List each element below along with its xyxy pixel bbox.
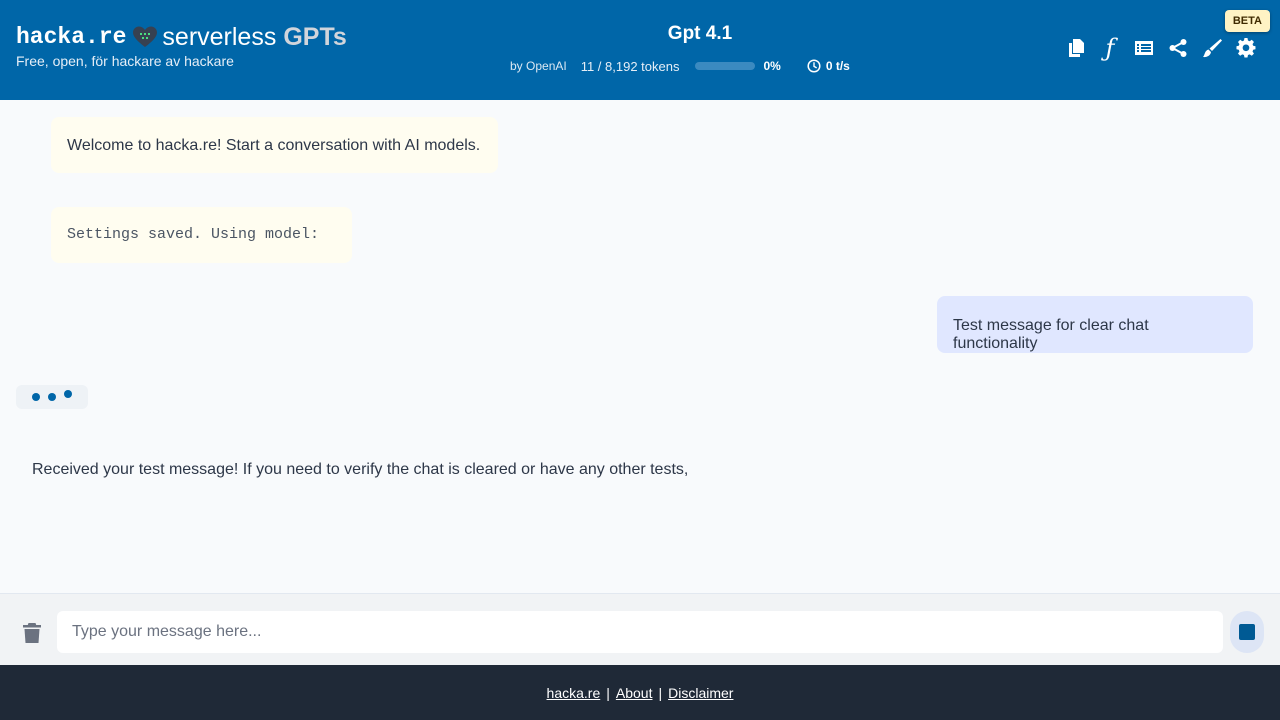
function-button[interactable]: ƒ [1100,36,1120,60]
typing-dot [32,393,40,401]
function-icon: ƒ [1105,34,1115,62]
clock-icon [807,59,821,73]
system-message-settings: Settings saved. Using model: [51,207,352,263]
footer-separator: | [658,684,663,701]
share-button[interactable] [1168,36,1188,60]
list-icon [1135,41,1153,55]
footer-separator: | [606,684,610,701]
toolbar: ƒ [1066,36,1256,60]
typing-indicator [16,385,88,409]
beta-badge: BETA [1224,10,1270,32]
brush-icon [1203,39,1222,58]
brand-serverless: serverless [162,22,277,51]
model-provider: by OpenAI [510,59,567,73]
model-title[interactable]: Gpt 4.1 [600,23,800,45]
app-header: hacka.re serverless GPTs Free, open, för… [0,0,1280,100]
model-meta: by OpenAI 11 / 8,192 tokens 0% 0 t/s [510,57,850,75]
typing-dot [64,390,72,398]
system-message-welcome: Welcome to hacka.re! Start a conversatio… [51,117,498,173]
context-usage-bar [695,62,756,70]
brand: hacka.re serverless GPTs Free, open, för… [16,22,347,70]
chat-input-area [0,593,1280,665]
tagline: Free, open, för hackare av hackare [16,53,234,69]
gear-icon [1236,38,1256,58]
stop-icon [1239,624,1255,640]
trash-icon[interactable] [22,622,42,644]
brand-gpts: GPTs [283,22,347,51]
context-usage-percent: 0% [763,59,781,73]
share-icon [1169,39,1187,57]
stop-button[interactable] [1230,611,1264,653]
theme-button[interactable] [1202,36,1222,60]
token-usage: 11 / 8,192 tokens [580,58,680,74]
tokens-per-second: 0 t/s [825,59,850,73]
typing-dot [48,393,56,401]
footer: hacka.re | About | Disclaimer [0,665,1280,720]
copy-button[interactable] [1066,36,1086,60]
copy-icon [1069,39,1084,57]
brand-name: hacka.re [16,24,127,50]
message-input[interactable] [57,611,1223,653]
assistant-message: Received your test message! If you need … [32,461,689,478]
heart-icon [133,26,158,47]
footer-disclaimer-link[interactable]: Disclaimer [668,685,733,701]
footer-home-link[interactable]: hacka.re [547,685,601,701]
settings-button[interactable] [1236,36,1256,60]
user-message: Test message for clear chat functionalit… [937,296,1253,353]
prompts-button[interactable] [1134,36,1154,60]
footer-about-link[interactable]: About [616,685,653,701]
